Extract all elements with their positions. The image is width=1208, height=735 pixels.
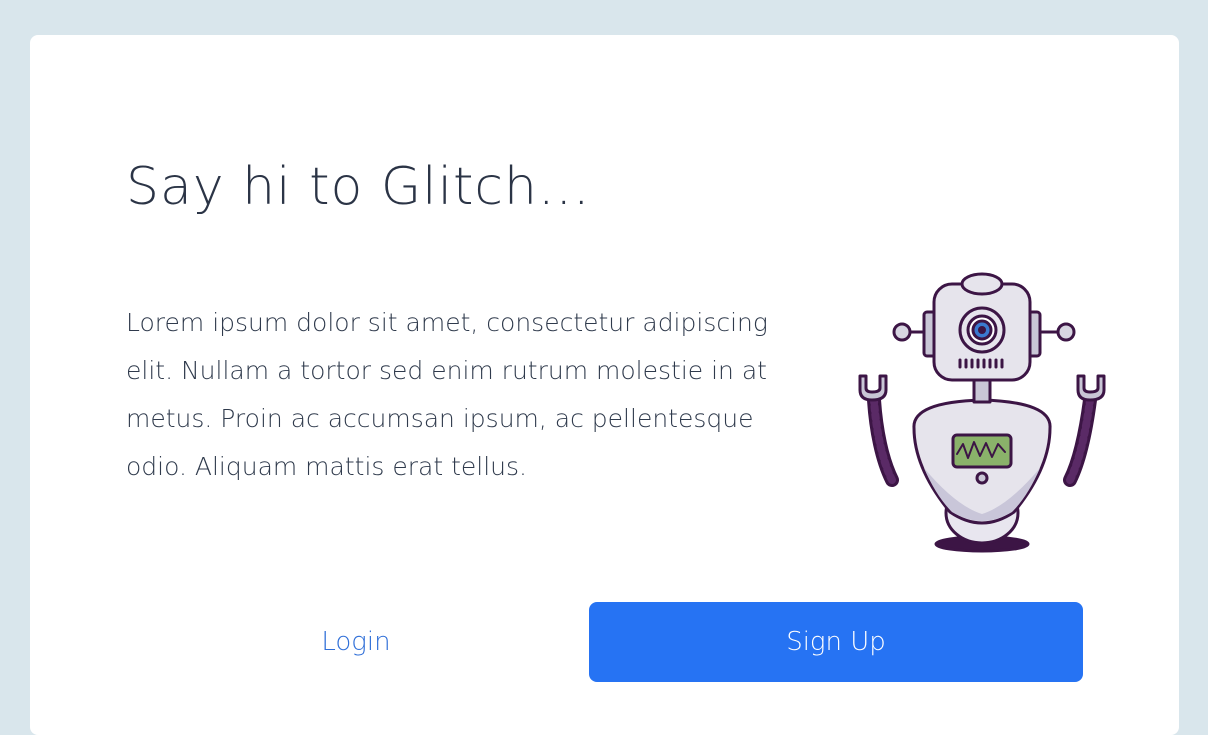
description-text: Lorem ipsum dolor sit amet, consectetur …	[126, 308, 768, 481]
login-button[interactable]: Login	[126, 602, 586, 682]
page-title: Say hi to Glitch...	[126, 157, 591, 217]
signup-button[interactable]: Sign Up	[589, 602, 1083, 682]
welcome-card: Say hi to Glitch... Lorem ipsum dolor si…	[30, 35, 1179, 735]
robot-icon	[858, 272, 1106, 553]
